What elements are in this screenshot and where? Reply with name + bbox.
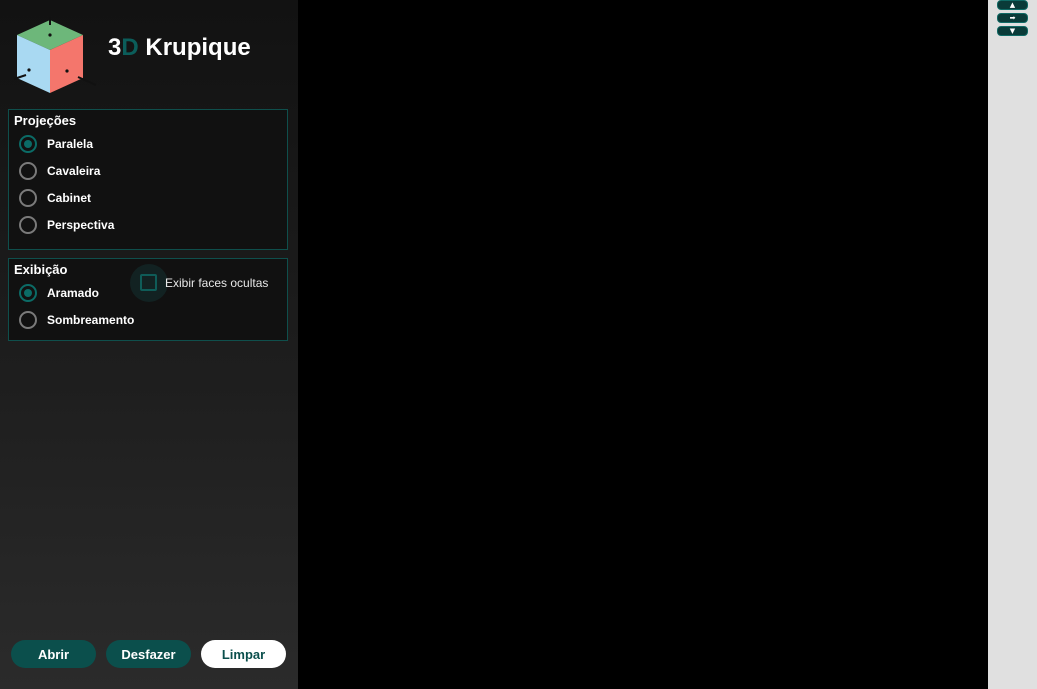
radio-perspectiva[interactable]: Perspectiva: [19, 215, 114, 235]
app-title-d: D: [121, 34, 139, 61]
rotate-right-button[interactable]: ➡: [997, 13, 1028, 23]
cube-logo-icon: [13, 17, 97, 93]
arrow-right-icon: ➡: [1009, 14, 1016, 22]
radio-perspectiva-label: Perspectiva: [47, 218, 115, 232]
radio-cavaleira-label: Cavaleira: [47, 164, 101, 178]
radio-cavaleira[interactable]: Cavaleira: [19, 161, 100, 181]
projections-group: Projeções Paralela Cavaleira Cabinet Per…: [8, 109, 288, 250]
arrow-down-icon: ▼: [1009, 27, 1016, 35]
app-title-name: Krupique: [145, 34, 251, 61]
sidebar: 3D Krupique Projeções Paralela Cavaleira…: [0, 0, 298, 689]
radio-aramado[interactable]: Aramado: [19, 283, 99, 303]
radio-sombreamento-indicator[interactable]: [19, 311, 37, 329]
radio-sombreamento[interactable]: Sombreamento: [19, 310, 134, 330]
undo-button[interactable]: Desfazer: [106, 640, 191, 668]
projections-title: Projeções: [14, 113, 77, 128]
radio-cavaleira-indicator[interactable]: [19, 162, 37, 180]
clear-button[interactable]: Limpar: [201, 640, 286, 668]
radio-aramado-indicator[interactable]: [19, 284, 37, 302]
rotation-panel: ▲ ➡ ▼: [988, 0, 1037, 689]
hidden-faces-checkbox[interactable]: Exibir faces ocultas: [130, 264, 269, 302]
arrow-up-icon: ▲: [1009, 1, 1016, 9]
display-group: Exibição Aramado Sombreamento Exibir fac…: [8, 258, 288, 341]
drawing-canvas[interactable]: [298, 0, 988, 689]
hidden-faces-checkbox-box[interactable]: [140, 274, 157, 291]
radio-paralela-indicator[interactable]: [19, 135, 37, 153]
radio-cabinet-indicator[interactable]: [19, 189, 37, 207]
radio-aramado-label: Aramado: [47, 286, 100, 300]
display-title: Exibição: [14, 262, 68, 277]
radio-paralela-label: Paralela: [47, 137, 94, 151]
radio-cabinet[interactable]: Cabinet: [19, 188, 91, 208]
open-button[interactable]: Abrir: [11, 640, 96, 668]
app-title: 3D Krupique: [108, 34, 251, 62]
radio-perspectiva-indicator[interactable]: [19, 216, 37, 234]
app-title-number: 3: [108, 34, 122, 61]
hidden-faces-label: Exibir faces ocultas: [165, 275, 269, 290]
radio-sombreamento-label: Sombreamento: [47, 313, 135, 327]
rotate-up-button[interactable]: ▲: [997, 0, 1028, 10]
rotate-down-button[interactable]: ▼: [997, 26, 1028, 36]
radio-paralela[interactable]: Paralela: [19, 134, 93, 154]
radio-cabinet-label: Cabinet: [47, 191, 92, 205]
